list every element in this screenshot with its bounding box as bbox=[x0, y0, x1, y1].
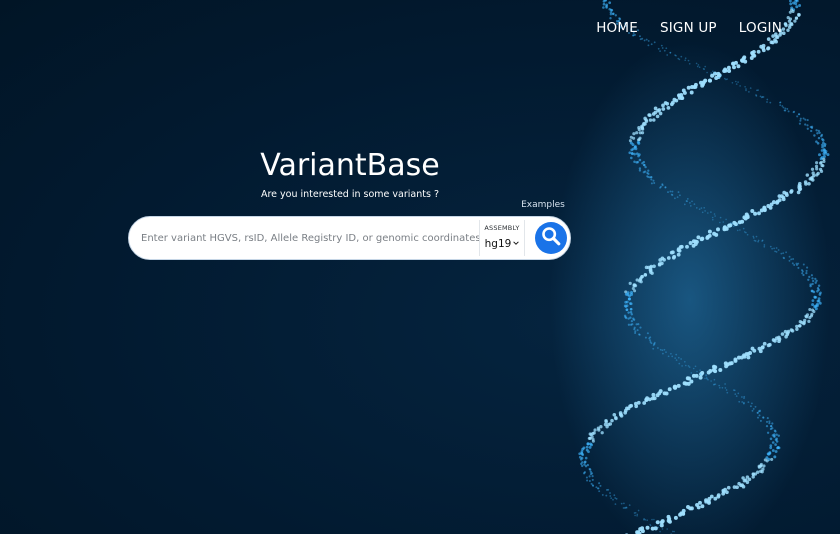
landing-page: HOME SIGN UP LOGIN VariantBase Are you i… bbox=[0, 0, 840, 534]
dna-helix-image bbox=[540, 0, 840, 534]
page-subtitle: Are you interested in some variants ? bbox=[160, 188, 540, 202]
chevron-down-icon bbox=[513, 239, 519, 249]
assembly-label: ASSEMBLY bbox=[484, 224, 519, 233]
search-button[interactable] bbox=[535, 222, 567, 254]
assembly-selected-value: hg19 bbox=[485, 236, 512, 252]
nav-signup-link[interactable]: SIGN UP bbox=[660, 19, 717, 37]
search-bar: ASSEMBLY hg19 bbox=[128, 216, 571, 260]
examples-link[interactable]: Examples bbox=[510, 199, 576, 211]
nav-home-link[interactable]: HOME bbox=[596, 19, 638, 37]
page-title: VariantBase bbox=[160, 146, 540, 186]
search-icon bbox=[540, 225, 562, 251]
top-nav: HOME SIGN UP LOGIN bbox=[596, 19, 782, 37]
search-divider-2 bbox=[524, 220, 525, 256]
dna-helix-decoration bbox=[540, 0, 840, 534]
nav-login-link[interactable]: LOGIN bbox=[739, 19, 782, 37]
assembly-selector[interactable]: ASSEMBLY hg19 bbox=[480, 218, 524, 258]
assembly-dropdown[interactable]: hg19 bbox=[485, 236, 520, 252]
variant-search-input[interactable] bbox=[141, 218, 479, 258]
